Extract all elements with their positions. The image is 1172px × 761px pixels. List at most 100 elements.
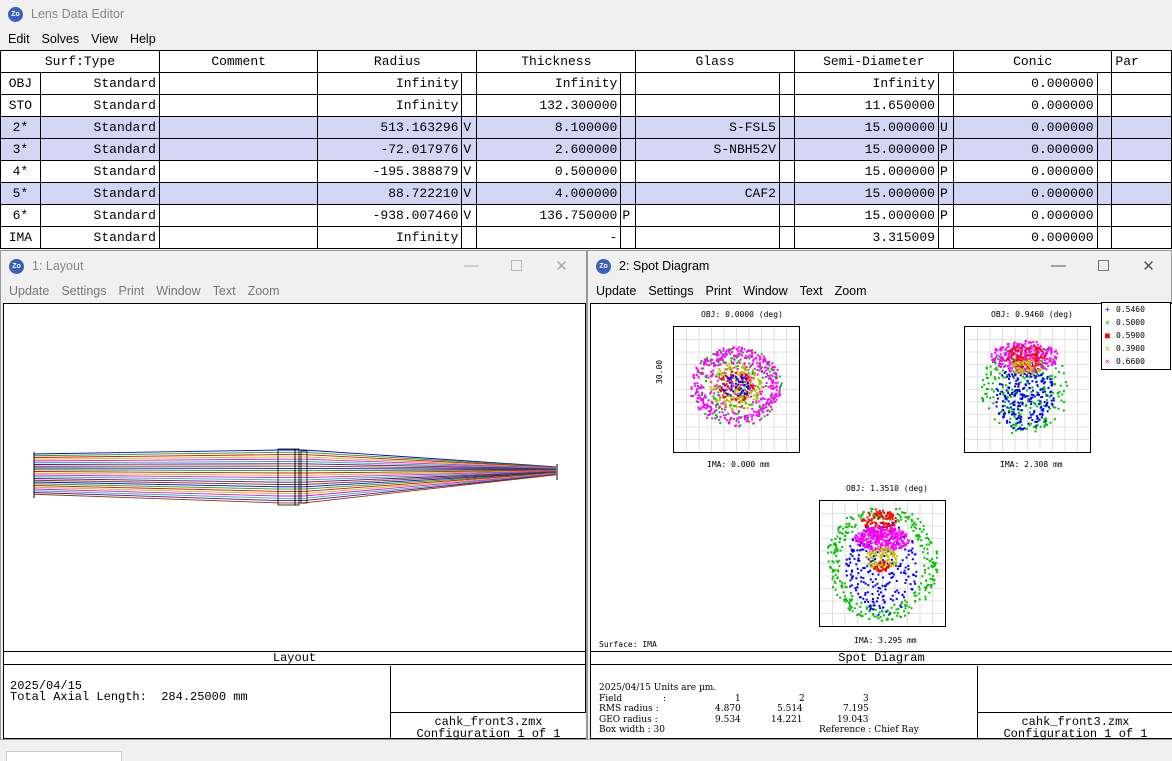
cell-glass[interactable] [635, 72, 780, 95]
cell-par[interactable] [1111, 226, 1172, 249]
col-header-radius[interactable]: Radius [317, 50, 478, 73]
cell-conic-solve[interactable] [1096, 160, 1113, 183]
cell-conic[interactable]: 0.000000 [952, 138, 1098, 161]
cell-radius-solve[interactable]: V [461, 204, 478, 227]
cell-semi-diameter[interactable]: 3.315009 [793, 226, 939, 249]
table-row[interactable]: 3* Standard -72.017976 V 2.600000 S-NBH52V 15.… [0, 138, 1172, 161]
cell-thickness[interactable]: 8.100000 [476, 116, 622, 139]
cell-radius-solve[interactable]: V [461, 116, 478, 139]
cell-thickness[interactable]: 132.300000 [476, 94, 622, 117]
cell-comment[interactable] [158, 116, 319, 139]
cell-surf[interactable]: 2* [0, 116, 41, 139]
menu-update[interactable]: Update [3, 284, 55, 298]
menu-update[interactable]: Update [590, 284, 642, 298]
cell-comment[interactable] [158, 226, 319, 249]
cell-semi-diameter[interactable]: 15.000000 [793, 116, 939, 139]
cell-thickness[interactable]: 136.750000 [476, 204, 622, 227]
cell-thickness[interactable]: 2.600000 [476, 138, 622, 161]
cell-radius[interactable]: 88.722210 [317, 182, 463, 205]
cell-thickness-solve[interactable] [620, 94, 637, 117]
cell-semi-solve[interactable]: U [937, 116, 954, 139]
col-header-semi-diameter[interactable]: Semi-Diameter [793, 50, 954, 73]
cell-conic[interactable]: 0.000000 [952, 116, 1098, 139]
cell-glass[interactable] [635, 226, 780, 249]
cell-semi-diameter[interactable]: 15.000000 [793, 204, 939, 227]
cell-par[interactable] [1111, 72, 1172, 95]
menu-edit[interactable]: Edit [2, 32, 36, 46]
cell-thickness[interactable]: - [476, 226, 622, 249]
cell-type[interactable]: Standard [39, 182, 160, 205]
cell-radius-solve[interactable] [461, 226, 478, 249]
cell-surf[interactable]: OBJ [0, 72, 41, 95]
cell-radius[interactable]: 513.163296 [317, 116, 463, 139]
cell-surf[interactable]: 6* [0, 204, 41, 227]
cell-comment[interactable] [158, 138, 319, 161]
cell-type[interactable]: Standard [39, 204, 160, 227]
cell-glass[interactable] [635, 204, 780, 227]
cell-conic-solve[interactable] [1096, 138, 1113, 161]
col-header-comment[interactable]: Comment [158, 50, 319, 73]
cell-comment[interactable] [158, 182, 319, 205]
cell-type[interactable]: Standard [39, 116, 160, 139]
menu-window[interactable]: Window [150, 284, 206, 298]
cell-radius-solve[interactable] [461, 72, 478, 95]
table-row[interactable]: 4* Standard -195.388879 V 0.500000 15.000000 P… [0, 160, 1172, 183]
cell-conic[interactable]: 0.000000 [952, 94, 1098, 117]
close-icon[interactable]: ✕ [1126, 257, 1171, 275]
cell-conic[interactable]: 0.000000 [952, 204, 1098, 227]
table-row[interactable]: STO Standard Infinity 132.300000 11.650000 0.… [0, 94, 1172, 117]
cell-surf[interactable]: 3* [0, 138, 41, 161]
cell-radius-solve[interactable]: V [461, 160, 478, 183]
cell-conic-solve[interactable] [1096, 226, 1113, 249]
cell-radius[interactable]: Infinity [317, 226, 463, 249]
cell-par[interactable] [1111, 116, 1172, 139]
cell-semi-diameter[interactable]: 11.650000 [793, 94, 939, 117]
menu-settings[interactable]: Settings [642, 284, 699, 298]
cell-comment[interactable] [158, 204, 319, 227]
maximize-icon[interactable]: ☐ [494, 257, 539, 275]
maximize-icon[interactable]: ☐ [1081, 257, 1126, 275]
cell-conic-solve[interactable] [1096, 72, 1113, 95]
cell-radius-solve[interactable]: V [461, 182, 478, 205]
cell-surf[interactable]: 5* [0, 182, 41, 205]
cell-conic[interactable]: 0.000000 [952, 226, 1098, 249]
cell-thickness-solve[interactable]: P [620, 204, 637, 227]
cell-semi-diameter[interactable]: 15.000000 [793, 160, 939, 183]
cell-glass-solve[interactable] [778, 138, 795, 161]
cell-comment[interactable] [158, 72, 319, 95]
cell-par[interactable] [1111, 160, 1172, 183]
cell-glass[interactable] [635, 94, 780, 117]
cell-thickness-solve[interactable] [620, 138, 637, 161]
menu-settings[interactable]: Settings [55, 284, 112, 298]
cell-glass[interactable]: S-NBH52V [635, 138, 780, 161]
menu-print[interactable]: Print [699, 284, 737, 298]
cell-semi-solve[interactable] [937, 226, 954, 249]
cell-par[interactable] [1111, 182, 1172, 205]
cell-thickness-solve[interactable] [620, 72, 637, 95]
cell-par[interactable] [1111, 138, 1172, 161]
cell-conic-solve[interactable] [1096, 182, 1113, 205]
cell-conic[interactable]: 0.000000 [952, 160, 1098, 183]
menu-text[interactable]: Text [207, 284, 242, 298]
cell-conic[interactable]: 0.000000 [952, 182, 1098, 205]
cell-glass-solve[interactable] [778, 204, 795, 227]
col-header-par[interactable]: Par [1111, 50, 1172, 73]
cell-radius[interactable]: -938.007460 [317, 204, 463, 227]
cell-glass-solve[interactable] [778, 116, 795, 139]
minimize-icon[interactable]: — [1036, 257, 1081, 275]
cell-semi-diameter[interactable]: 15.000000 [793, 182, 939, 205]
cell-glass-solve[interactable] [778, 94, 795, 117]
table-row[interactable]: OBJ Standard Infinity Infinity Infinity 0.000… [0, 72, 1172, 95]
cell-par[interactable] [1111, 94, 1172, 117]
cell-radius[interactable]: -195.388879 [317, 160, 463, 183]
cell-thickness-solve[interactable] [620, 226, 637, 249]
cell-semi-solve[interactable] [937, 94, 954, 117]
table-row[interactable]: 5* Standard 88.722210 V 4.000000 CAF2 15.00000… [0, 182, 1172, 205]
cell-conic-solve[interactable] [1096, 116, 1113, 139]
cell-type[interactable]: Standard [39, 226, 160, 249]
cell-glass[interactable]: CAF2 [635, 182, 780, 205]
close-icon[interactable]: ✕ [539, 257, 584, 275]
cell-semi-solve[interactable]: P [937, 182, 954, 205]
cell-glass-solve[interactable] [778, 182, 795, 205]
cell-radius[interactable]: Infinity [317, 94, 463, 117]
